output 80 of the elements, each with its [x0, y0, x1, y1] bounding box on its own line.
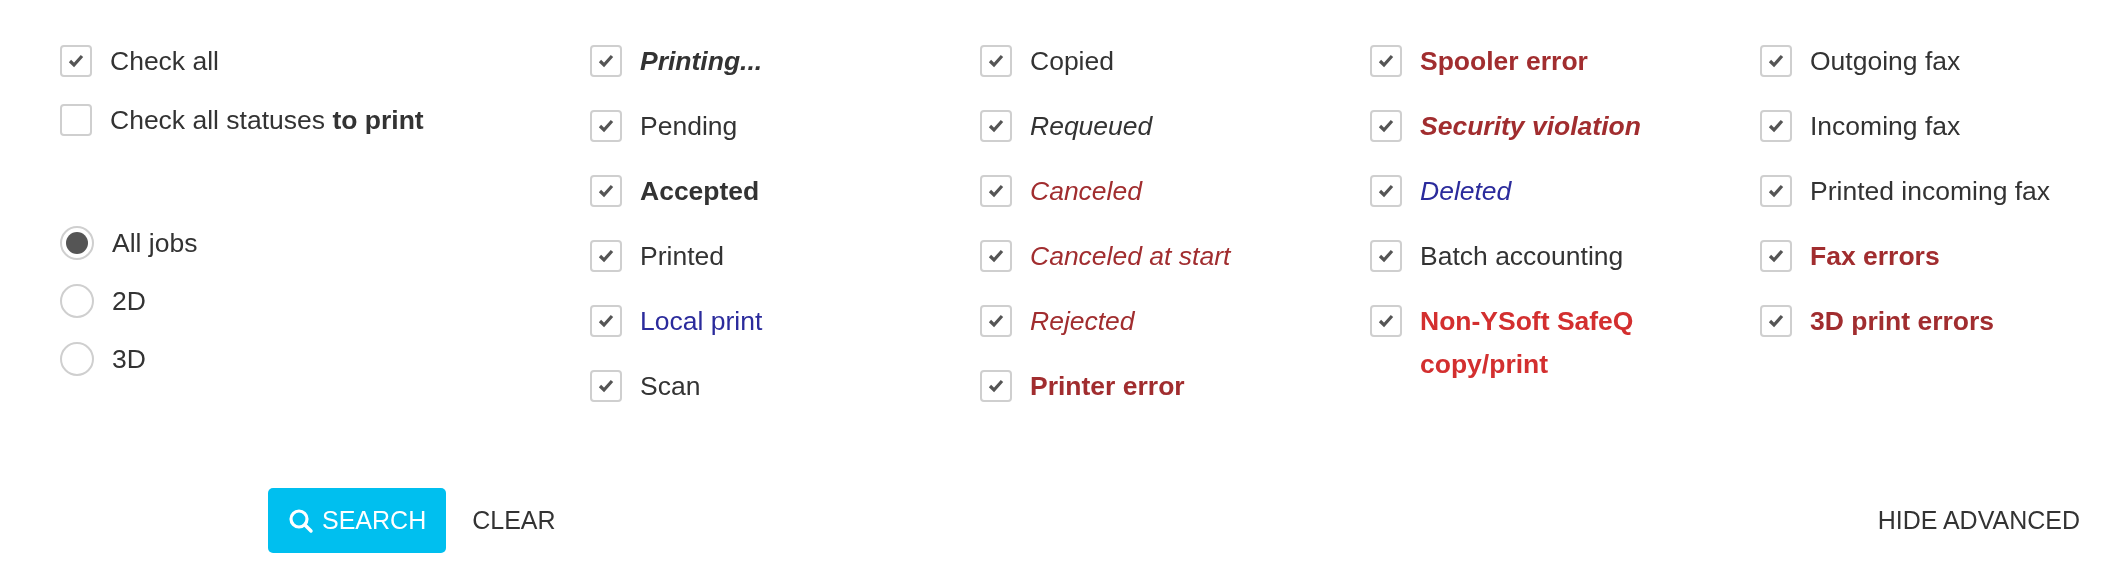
checkbox-label[interactable]: Local print — [640, 300, 763, 343]
checkmark-icon — [598, 184, 614, 198]
checkbox[interactable] — [590, 110, 622, 142]
checkmark-icon — [988, 249, 1004, 263]
checkbox-label[interactable]: Canceled at start — [1030, 235, 1231, 278]
checkbox-label[interactable]: Non-YSoft SafeQ copy/print — [1420, 300, 1720, 386]
checkbox-label[interactable]: Copied — [1030, 40, 1114, 83]
checkbox[interactable] — [980, 110, 1012, 142]
checkbox-label[interactable]: 3D print errors — [1810, 300, 1995, 343]
checkbox[interactable] — [1760, 305, 1792, 337]
checkmark-icon — [1768, 54, 1784, 68]
checkmark-icon — [1768, 314, 1784, 328]
checkmark-icon — [1378, 249, 1394, 263]
checkbox[interactable] — [980, 305, 1012, 337]
checkmark-icon — [598, 54, 614, 68]
radio-label[interactable]: 2D — [112, 280, 146, 323]
checkbox-label[interactable]: Pending — [640, 105, 738, 148]
checkbox-label[interactable]: Deleted — [1420, 170, 1512, 213]
checkbox-label[interactable]: Scan — [640, 365, 701, 408]
checkbox-label[interactable]: Check all — [110, 40, 219, 83]
radio-label[interactable]: 3D — [112, 338, 146, 381]
radio-label[interactable]: All jobs — [112, 222, 198, 265]
checkmark-icon — [1378, 119, 1394, 133]
checkmark-icon — [1768, 184, 1784, 198]
checkbox[interactable] — [980, 370, 1012, 402]
checkbox-label[interactable]: Requeued — [1030, 105, 1153, 148]
checkbox[interactable] — [60, 45, 92, 77]
checkmark-icon — [598, 379, 614, 393]
checkbox[interactable] — [1760, 175, 1792, 207]
checkbox-label[interactable]: Outgoing fax — [1810, 40, 1961, 83]
checkbox[interactable] — [1370, 110, 1402, 142]
checkbox-label[interactable]: Spooler error — [1420, 40, 1588, 83]
checkbox[interactable] — [1760, 110, 1792, 142]
checkbox[interactable] — [1370, 240, 1402, 272]
checkbox-label[interactable]: Security violation — [1420, 105, 1641, 148]
checkbox[interactable] — [590, 305, 622, 337]
checkbox[interactable] — [980, 240, 1012, 272]
radio-button[interactable] — [60, 226, 94, 260]
checkmark-icon — [598, 314, 614, 328]
checkbox-label[interactable]: Rejected — [1030, 300, 1135, 343]
checkbox[interactable] — [1760, 45, 1792, 77]
checkbox[interactable] — [590, 45, 622, 77]
checkmark-icon — [598, 119, 614, 133]
checkbox[interactable] — [590, 175, 622, 207]
checkbox-label[interactable]: Check all statuses to print — [110, 99, 424, 142]
checkbox[interactable] — [590, 240, 622, 272]
checkmark-icon — [988, 54, 1004, 68]
search-icon — [288, 507, 314, 534]
checkmark-icon — [1378, 314, 1394, 328]
checkmark-icon — [68, 54, 84, 68]
checkmark-icon — [1378, 184, 1394, 198]
checkmark-icon — [988, 184, 1004, 198]
radio-button[interactable] — [60, 342, 94, 376]
checkbox[interactable] — [60, 104, 92, 136]
checkmark-icon — [988, 119, 1004, 133]
checkbox[interactable] — [980, 175, 1012, 207]
checkbox-label[interactable]: Printer error — [1030, 365, 1185, 408]
checkbox-label[interactable]: Batch accounting — [1420, 235, 1624, 278]
checkbox-label[interactable]: Printed incoming fax — [1810, 170, 2051, 213]
clear-button[interactable]: CLEAR — [462, 495, 566, 546]
checkbox-label[interactable]: Printed — [640, 235, 724, 278]
checkbox[interactable] — [1370, 175, 1402, 207]
hide-advanced-button[interactable]: HIDE ADVANCED — [1867, 495, 2090, 546]
checkbox-label[interactable]: Fax errors — [1810, 235, 1940, 278]
checkbox[interactable] — [590, 370, 622, 402]
checkmark-icon — [598, 249, 614, 263]
checkmark-icon — [1768, 249, 1784, 263]
checkbox-label[interactable]: Incoming fax — [1810, 105, 1961, 148]
checkbox[interactable] — [1370, 45, 1402, 77]
checkmark-icon — [988, 314, 1004, 328]
checkbox[interactable] — [1760, 240, 1792, 272]
checkbox-label[interactable]: Printing... — [640, 40, 763, 83]
checkbox-label[interactable]: Accepted — [640, 170, 760, 213]
checkbox[interactable] — [1370, 305, 1402, 337]
checkbox-label[interactable]: Canceled — [1030, 170, 1142, 213]
checkmark-icon — [1768, 119, 1784, 133]
checkmark-icon — [1378, 54, 1394, 68]
checkbox[interactable] — [980, 45, 1012, 77]
checkmark-icon — [988, 379, 1004, 393]
radio-button[interactable] — [60, 284, 94, 318]
